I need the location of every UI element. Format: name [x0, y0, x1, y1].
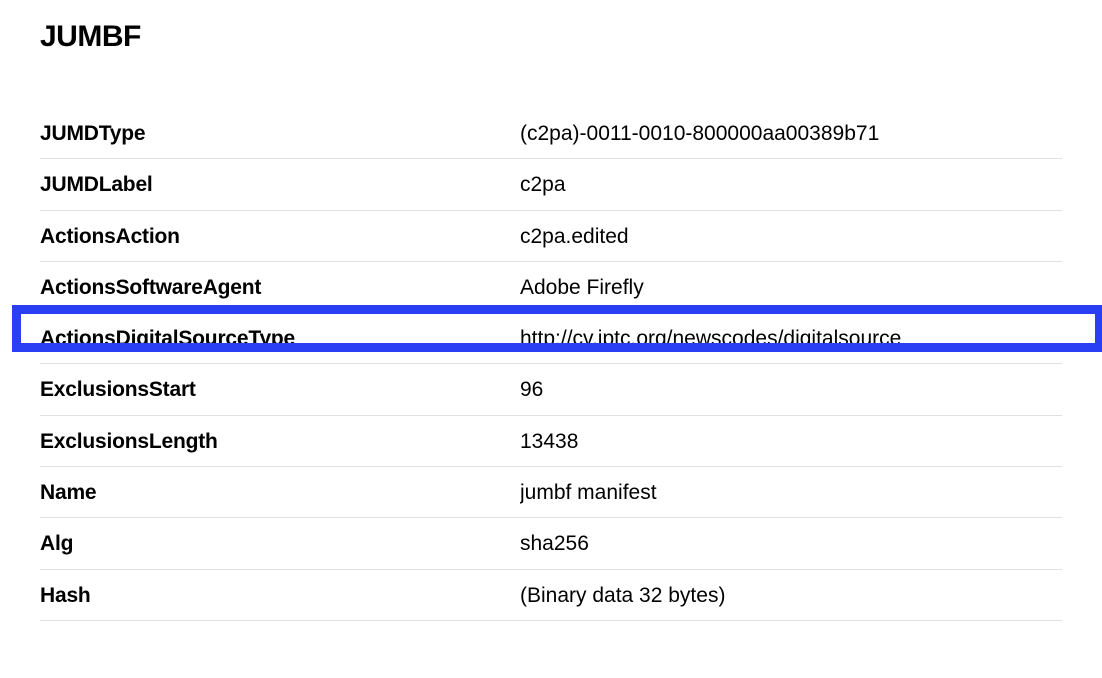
table-row: Alg sha256: [40, 518, 1062, 569]
row-key: Alg: [40, 518, 520, 569]
row-value: http://cv.iptc.org/newscodes/digitalsour…: [520, 313, 1062, 364]
row-value: Adobe Firefly: [520, 261, 1062, 312]
row-key: JUMDLabel: [40, 159, 520, 210]
row-key: ExclusionsStart: [40, 364, 520, 415]
row-key: Name: [40, 467, 520, 518]
table-row: ExclusionsStart 96: [40, 364, 1062, 415]
row-value: (c2pa)-0011-0010-800000aa00389b71: [520, 108, 1062, 159]
table-row-highlighted: ActionsDigitalSourceType http://cv.iptc.…: [40, 313, 1062, 364]
row-key: ExclusionsLength: [40, 415, 520, 466]
table-row: ExclusionsLength 13438: [40, 415, 1062, 466]
row-value: c2pa: [520, 159, 1062, 210]
table-row: Name jumbf manifest: [40, 467, 1062, 518]
row-value: c2pa.edited: [520, 210, 1062, 261]
row-value: 96: [520, 364, 1062, 415]
row-value: sha256: [520, 518, 1062, 569]
row-key: Hash: [40, 569, 520, 620]
row-key: ActionsDigitalSourceType: [40, 313, 520, 364]
section-title: JUMBF: [40, 20, 1062, 54]
table-row: Hash (Binary data 32 bytes): [40, 569, 1062, 620]
table-row: ActionsSoftwareAgent Adobe Firefly: [40, 261, 1062, 312]
table-row: ActionsAction c2pa.edited: [40, 210, 1062, 261]
row-key: ActionsAction: [40, 210, 520, 261]
table-row: JUMDLabel c2pa: [40, 159, 1062, 210]
table-row: JUMDType (c2pa)-0011-0010-800000aa00389b…: [40, 108, 1062, 159]
row-value: (Binary data 32 bytes): [520, 569, 1062, 620]
metadata-panel: JUMBF JUMDType (c2pa)-0011-0010-800000aa…: [0, 0, 1102, 621]
row-key: JUMDType: [40, 108, 520, 159]
row-key: ActionsSoftwareAgent: [40, 261, 520, 312]
row-value: 13438: [520, 415, 1062, 466]
metadata-table: JUMDType (c2pa)-0011-0010-800000aa00389b…: [40, 108, 1062, 621]
row-value: jumbf manifest: [520, 467, 1062, 518]
